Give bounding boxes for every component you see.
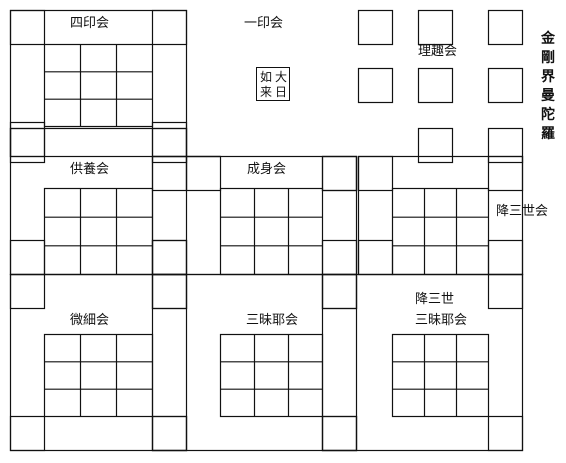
rishu-square bbox=[357, 67, 394, 104]
kuyo-corner bbox=[151, 127, 188, 164]
sanmaya-corner bbox=[151, 415, 188, 452]
sanmaya-corner bbox=[321, 273, 358, 310]
shiin-corner bbox=[151, 9, 188, 46]
shiin-grid bbox=[43, 43, 154, 128]
kuyo-frame bbox=[9, 127, 188, 276]
label-ichiin: 一印会 bbox=[244, 16, 284, 31]
misai-grid bbox=[43, 333, 154, 418]
label-misai: 微細会 bbox=[70, 313, 110, 328]
label-gosanze: 降三世会 bbox=[496, 204, 549, 219]
shiin-corner bbox=[9, 121, 46, 158]
misai-corner bbox=[151, 415, 188, 452]
kuyo-grid bbox=[43, 187, 154, 276]
gosanze-sanmaya-corner bbox=[487, 273, 524, 310]
shiin-corner bbox=[9, 9, 46, 46]
gosanze-corner bbox=[357, 155, 394, 192]
misai-corner bbox=[151, 273, 188, 310]
kuyo-corner bbox=[9, 239, 46, 276]
label-kuyo: 供養会 bbox=[70, 162, 110, 177]
jojin-outer-corner bbox=[151, 239, 188, 276]
jojin-outer-corner bbox=[321, 239, 358, 276]
gosanze-grid bbox=[391, 187, 490, 276]
label-rishu: 理趣会 bbox=[418, 44, 458, 59]
rishu-square bbox=[487, 127, 524, 164]
jojin-outer-corner bbox=[151, 155, 188, 192]
jojin-step bbox=[185, 155, 222, 192]
gosanze-corner bbox=[487, 239, 524, 276]
gosanze-corner bbox=[487, 155, 524, 192]
jojin-grid bbox=[219, 187, 324, 276]
shiin-frame bbox=[9, 9, 188, 158]
rishu-square bbox=[417, 67, 454, 104]
label-gosanze-sanmaya-line1: 降三世 bbox=[415, 292, 455, 307]
rishu-square bbox=[487, 67, 524, 104]
rishu-square bbox=[417, 127, 454, 164]
sanmaya-corner bbox=[321, 415, 358, 452]
rishu-square bbox=[357, 9, 394, 46]
gosanze-sanmaya-corner bbox=[321, 415, 358, 452]
kuyo-corner bbox=[151, 239, 188, 276]
sanmaya-corner bbox=[151, 273, 188, 310]
misai-corner bbox=[9, 273, 46, 310]
gosanze-sanmaya-grid bbox=[391, 333, 490, 418]
jojin-step bbox=[321, 155, 358, 192]
diagram-title: 金剛界曼陀羅 bbox=[541, 31, 555, 142]
gosanze-sanmaya-corner bbox=[321, 273, 358, 310]
dainichi-nyorai-box: 如来 大日 bbox=[256, 67, 290, 101]
kuyo-corner bbox=[9, 127, 46, 164]
gosanze-sanmaya-corner bbox=[487, 415, 524, 452]
rishu-square bbox=[487, 9, 524, 46]
label-jojin: 成身会 bbox=[247, 162, 287, 177]
gosanze-corner bbox=[357, 239, 394, 276]
dainichi-left-text: 如来 bbox=[259, 70, 272, 99]
rishu-square bbox=[417, 9, 454, 46]
label-shiin: 四印会 bbox=[70, 16, 110, 31]
shiin-corner bbox=[151, 121, 188, 158]
dainichi-right-text: 大日 bbox=[274, 70, 287, 99]
sanmaya-grid bbox=[219, 333, 324, 418]
label-sanmaya: 三昧耶会 bbox=[246, 313, 299, 328]
jojin-outer-corner bbox=[321, 155, 358, 192]
misai-frame bbox=[9, 273, 188, 452]
label-gosanze-sanmaya-line2: 三昧耶会 bbox=[415, 313, 468, 328]
misai-corner bbox=[9, 415, 46, 452]
